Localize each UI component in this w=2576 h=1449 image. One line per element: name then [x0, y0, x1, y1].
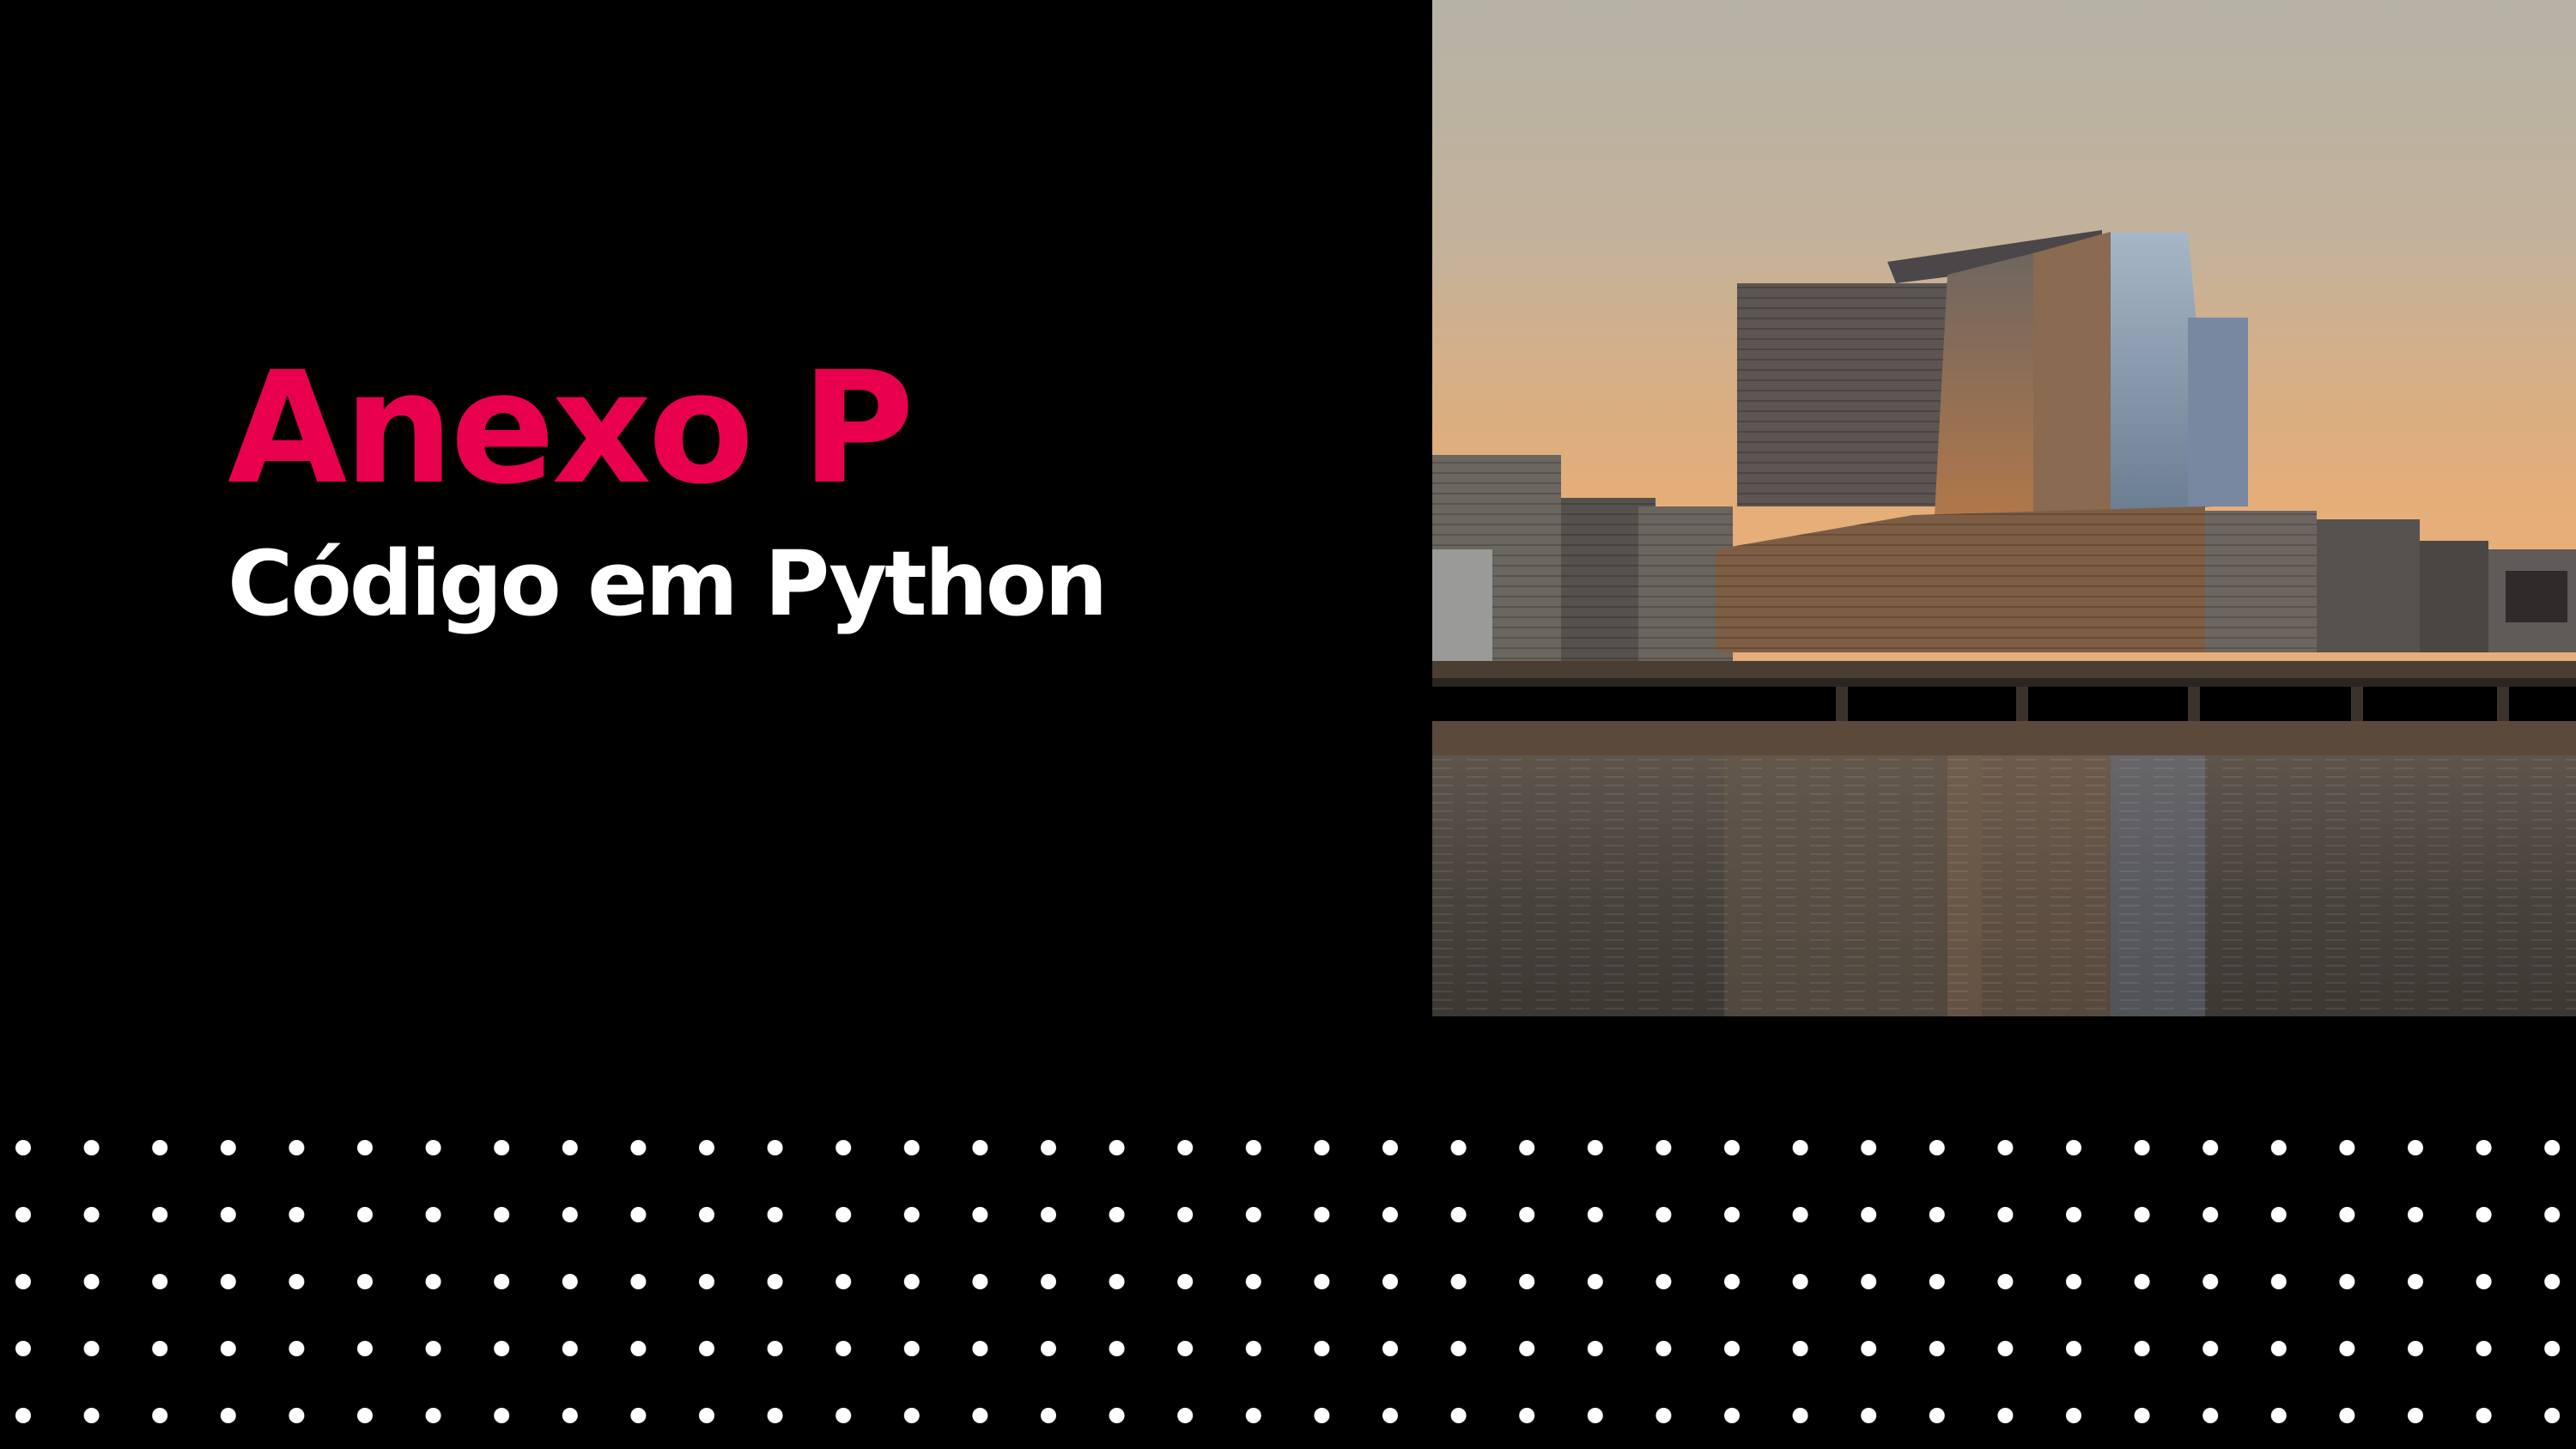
city-waterfront-photo	[1432, 0, 2576, 1016]
slide-subtitle: Código em Python	[228, 531, 1108, 636]
dot-grid-pattern	[0, 1116, 2576, 1449]
slide: Anexo P Código em Python	[0, 0, 2576, 1449]
slide-title: Anexo P	[228, 339, 914, 518]
